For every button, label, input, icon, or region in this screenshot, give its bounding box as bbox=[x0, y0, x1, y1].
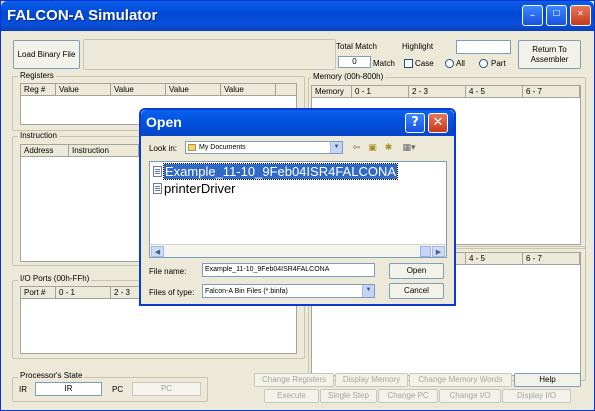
scroll-thumb[interactable] bbox=[420, 246, 431, 257]
return-to-assembler-button[interactable]: Return To Assembler bbox=[518, 40, 581, 69]
up-folder-icon[interactable]: ▣ bbox=[367, 143, 378, 154]
file-type-label: Files of type: bbox=[149, 288, 195, 297]
maximize-button[interactable]: □ bbox=[546, 5, 567, 26]
file-type-select[interactable]: Falcon-A Bin Files (*.binfa) ▼ bbox=[202, 284, 375, 298]
back-icon[interactable]: ⇦ bbox=[351, 143, 362, 154]
instruction-col-header: Address bbox=[21, 145, 69, 156]
file-name: Example_11-10_9Feb04ISR4FALCONA bbox=[163, 163, 398, 180]
minimize-button[interactable]: _ bbox=[522, 5, 543, 26]
scroll-right-icon[interactable]: ▶ bbox=[432, 246, 445, 257]
memory-header: Memory 0 - 1 2 - 3 4 - 5 6 - 7 bbox=[312, 86, 580, 98]
io-ports-col-header: Port # bbox=[21, 287, 56, 298]
part-label: Part bbox=[491, 59, 506, 68]
ir-value: IR bbox=[35, 382, 102, 396]
help-button[interactable]: Help bbox=[514, 373, 581, 387]
list-item[interactable]: printerDriver bbox=[153, 181, 236, 196]
new-folder-icon[interactable]: ✱ bbox=[383, 143, 394, 154]
cancel-button[interactable]: Cancel bbox=[389, 283, 444, 299]
change-memory-words-button[interactable]: Change Memory Words bbox=[409, 373, 512, 387]
memory-title: Memory (00h-800h) bbox=[311, 72, 386, 81]
close-icon: ✕ bbox=[577, 9, 584, 18]
maximize-icon: □ bbox=[552, 8, 561, 17]
load-binary-file-button[interactable]: Load Binary File bbox=[13, 40, 80, 69]
registers-title: Registers bbox=[18, 71, 56, 80]
change-registers-button[interactable]: Change Registers bbox=[254, 373, 334, 387]
title-bar[interactable]: FALCON-A Simulator _ □ ✕ bbox=[1, 1, 594, 31]
open-dialog-title: Open bbox=[146, 114, 182, 130]
execute-button[interactable]: Execute bbox=[264, 389, 319, 403]
match-label: Match bbox=[373, 59, 395, 68]
pc-value: PC bbox=[132, 382, 201, 396]
chevron-down-icon: ▼ bbox=[362, 285, 374, 297]
io-ports-col-header: 0 - 1 bbox=[56, 287, 111, 298]
memory-col-header: 2 - 3 bbox=[409, 86, 466, 97]
file-list[interactable]: Example_11-10_9Feb04ISR4FALCONA printerD… bbox=[149, 161, 447, 258]
memory-col-header: Memory bbox=[312, 86, 352, 97]
memory-col-header: 4 - 5 bbox=[466, 86, 523, 97]
all-label: All bbox=[456, 59, 465, 68]
file-icon bbox=[153, 166, 162, 177]
single-step-button[interactable]: Single Step bbox=[320, 389, 377, 403]
list-item[interactable]: Example_11-10_9Feb04ISR4FALCONA bbox=[153, 163, 398, 180]
io-ports-title: I/O Ports (00h-FFh) bbox=[18, 274, 92, 283]
case-checkbox[interactable] bbox=[404, 59, 413, 68]
look-in-select[interactable]: My Documents ▼ bbox=[185, 141, 343, 154]
registers-header: Reg # Value Value Value Value bbox=[21, 84, 296, 96]
registers-col-header: Value bbox=[221, 84, 276, 95]
registers-col-header: Reg # bbox=[21, 84, 56, 95]
look-in-value: My Documents bbox=[199, 144, 246, 151]
look-in-label: Look in: bbox=[149, 144, 178, 153]
close-button[interactable]: ✕ bbox=[570, 5, 591, 26]
lower-memory-col-header: 4 - 5 bbox=[466, 253, 523, 264]
case-label: Case bbox=[415, 59, 434, 68]
view-menu-icon[interactable]: ▦▾ bbox=[399, 143, 419, 154]
instruction-col-header: Instruction bbox=[69, 145, 139, 156]
open-dialog-title-bar[interactable]: Open ? ✕ bbox=[141, 110, 454, 136]
minimize-icon: _ bbox=[530, 7, 535, 16]
processor-state-title: Processor's State bbox=[18, 371, 85, 380]
change-pc-button[interactable]: Change PC bbox=[378, 389, 438, 403]
part-radio[interactable] bbox=[479, 59, 488, 68]
display-memory-button[interactable]: Display Memory bbox=[335, 373, 408, 387]
display-io-button[interactable]: Display I/O bbox=[502, 389, 571, 403]
open-dialog: Open ? ✕ Look in: My Documents ▼ ⇦ ▣ ✱ ▦… bbox=[139, 108, 456, 306]
folder-icon bbox=[188, 144, 196, 151]
file-name-input[interactable]: Example_11-10_9Feb04ISR4FALCONA bbox=[202, 263, 375, 277]
ir-label: IR bbox=[19, 385, 27, 394]
pc-label: PC bbox=[112, 385, 124, 394]
open-button[interactable]: Open bbox=[389, 263, 444, 279]
scroll-left-icon[interactable]: ◀ bbox=[151, 246, 164, 257]
highlight-label: Highlight bbox=[402, 42, 434, 51]
total-match-value: 0 bbox=[338, 56, 371, 68]
simulator-window: FALCON-A Simulator _ □ ✕ Load Binary Fil… bbox=[0, 0, 595, 411]
all-radio[interactable] bbox=[445, 59, 454, 68]
registers-col-header: Value bbox=[111, 84, 166, 95]
file-icon bbox=[153, 183, 162, 194]
highlight-input[interactable] bbox=[456, 40, 511, 54]
window-title: FALCON-A Simulator bbox=[7, 7, 158, 24]
registers-col-header: Value bbox=[166, 84, 221, 95]
file-name-label: File name: bbox=[149, 267, 187, 276]
registers-col-header: Value bbox=[56, 84, 111, 95]
file-type-value: Falcon-A Bin Files (*.binfa) bbox=[205, 287, 288, 295]
close-icon[interactable]: ✕ bbox=[428, 113, 448, 133]
horizontal-scrollbar[interactable]: ◀ ▶ bbox=[150, 244, 446, 257]
file-name: printerDriver bbox=[164, 181, 236, 196]
lower-memory-col-header: 6 - 7 bbox=[523, 253, 580, 264]
memory-col-header: 0 - 1 bbox=[352, 86, 409, 97]
memory-col-header: 6 - 7 bbox=[523, 86, 580, 97]
total-match-label: Total Match bbox=[336, 42, 377, 51]
chevron-down-icon: ▼ bbox=[330, 142, 342, 153]
instruction-title: Instruction bbox=[18, 131, 59, 140]
help-icon[interactable]: ? bbox=[405, 113, 425, 133]
change-io-button[interactable]: Change I/O bbox=[439, 389, 501, 403]
toolbar-separator bbox=[83, 39, 336, 70]
